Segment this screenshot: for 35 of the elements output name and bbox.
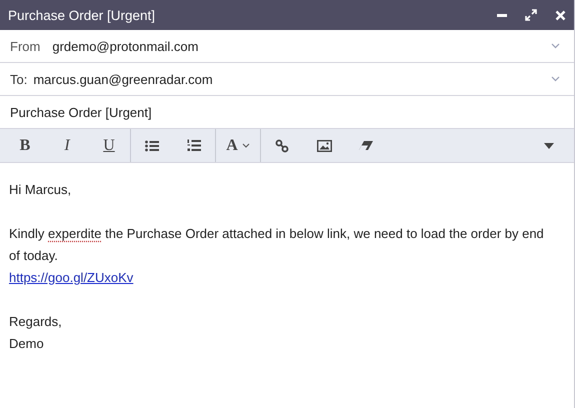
from-dropdown[interactable] xyxy=(551,43,560,49)
body-text: Kindly experdite the Purchase Order attached in below link, we need to load the order by end of today. xyxy=(9,225,545,265)
from-label: From xyxy=(10,38,40,54)
minimize-icon xyxy=(497,14,507,16)
subject-text: Purchase Order [Urgent] xyxy=(10,104,153,120)
from-address: grdemo@protonmail.com xyxy=(52,38,200,54)
body-text: Demo xyxy=(9,335,45,353)
chevron-down-icon xyxy=(551,76,560,82)
chevron-down-icon xyxy=(242,143,250,148)
underline-button[interactable]: U xyxy=(88,129,130,162)
font-button[interactable]: A xyxy=(216,129,260,162)
expand-icon xyxy=(525,9,537,21)
body-link[interactable]: https://goo.gl/ZUxoKv xyxy=(9,270,134,285)
close-icon xyxy=(555,10,566,20)
minimize-button[interactable] xyxy=(497,14,507,16)
to-dropdown[interactable] xyxy=(551,76,560,82)
body-text: Regards, xyxy=(9,313,63,331)
chevron-down-icon xyxy=(551,43,560,49)
to-address: marcus.guan@greenradar.com xyxy=(33,72,214,86)
image-icon xyxy=(316,140,332,152)
dropdown-icon xyxy=(544,142,554,148)
message-body[interactable]: Hi Marcus, Kindly experdite the Purchase Order attached in below link, we need to load the order by end of today. https://goo.gl/ZUxoKv Regards, Demo xyxy=(0,163,574,371)
body-text: Hi Marcus, xyxy=(9,181,72,199)
eraser-icon xyxy=(358,140,374,151)
bold-button[interactable]: B xyxy=(4,129,46,162)
expand-button[interactable] xyxy=(525,9,537,21)
close-button[interactable] xyxy=(555,10,566,20)
to-label: To: xyxy=(10,72,28,86)
window-title: Purchase Order [Urgent] xyxy=(8,8,156,22)
to-field[interactable]: To: marcus.guan@greenradar.com xyxy=(0,63,574,96)
italic-button[interactable]: I xyxy=(46,129,88,162)
from-field[interactable]: From grdemo@protonmail.com xyxy=(0,30,574,63)
link-icon xyxy=(275,138,289,152)
bulleted-list-icon xyxy=(145,140,159,152)
numbered-list-icon xyxy=(187,139,201,152)
